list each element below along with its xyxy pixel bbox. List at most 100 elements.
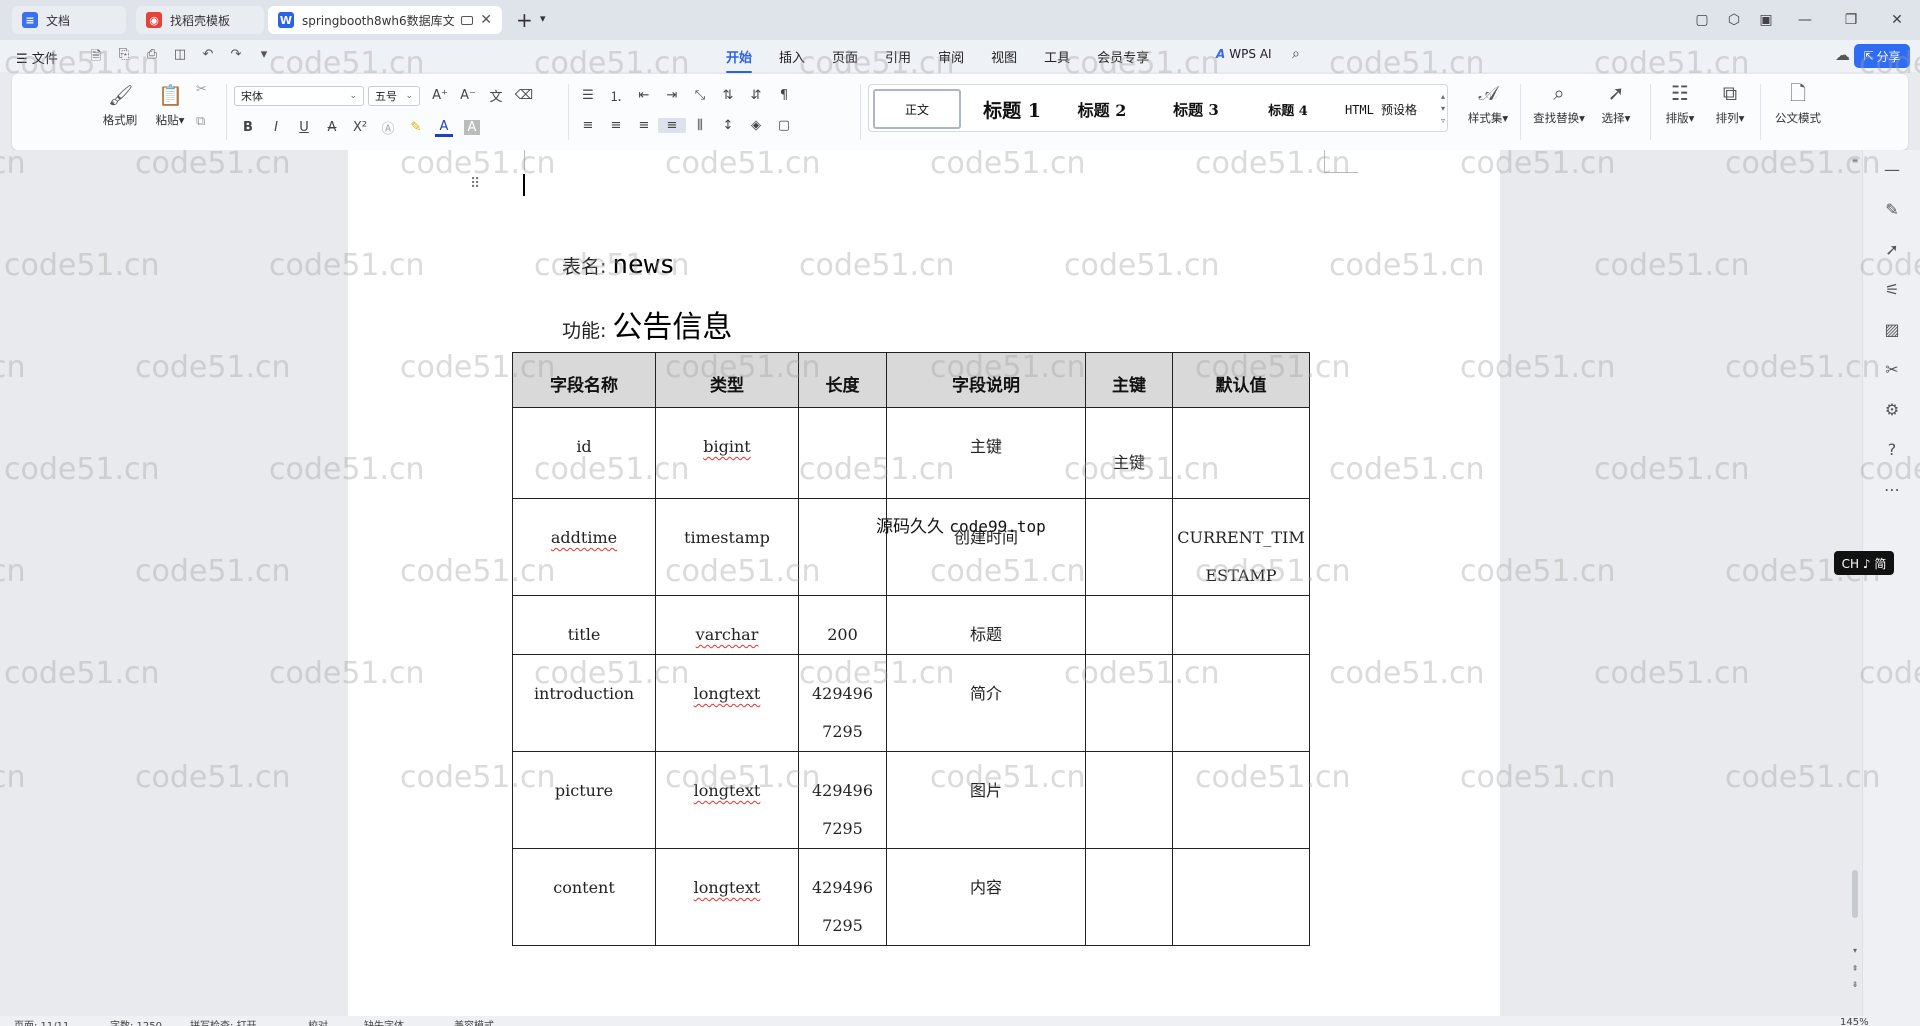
translate-icon[interactable]: ⚙ <box>1863 390 1920 430</box>
tools-icon[interactable]: ✂ <box>1863 350 1920 390</box>
prev-page-icon[interactable]: ⇞ <box>1848 964 1862 973</box>
style-heading-2[interactable]: 标题 2 <box>1059 89 1145 129</box>
tab-active-document[interactable]: W springbooth8wh6数据库文 ✕ <box>268 6 502 34</box>
char-shading-icon[interactable]: A <box>464 120 480 135</box>
status-spell[interactable]: 拼写检查: 打开 <box>190 1017 257 1026</box>
arrange-button[interactable]: ⧉ 排列▾ <box>1708 82 1752 126</box>
underline-icon[interactable]: U <box>290 120 318 135</box>
new-tab-icon[interactable]: + <box>516 8 533 32</box>
layout-icon[interactable]: ▢ <box>1686 12 1718 28</box>
tab-docs[interactable]: ≡ 文档 <box>12 6 126 34</box>
adjust-icon[interactable]: ⚟ <box>1863 270 1920 310</box>
image-tools-icon[interactable]: ▨ <box>1863 310 1920 350</box>
cloud-upload-icon[interactable]: ☁ <box>1835 46 1850 64</box>
wps-ai-button[interactable]: A WPS AI <box>1216 47 1272 61</box>
chevron-down-icon[interactable]: ▾ <box>254 47 274 69</box>
highlight-icon[interactable]: ✎ <box>402 120 430 135</box>
select-button[interactable]: ➚ 选择▾ <box>1594 82 1638 126</box>
shrink-font-icon[interactable]: A⁻ <box>454 88 482 103</box>
save-icon[interactable]: 🗎 <box>86 47 106 69</box>
style-set-button[interactable]: 𝒜 样式集▾ <box>1460 82 1516 126</box>
drag-handle-icon[interactable]: ⠿ <box>470 176 480 192</box>
pen-icon[interactable]: ✎ <box>1863 190 1920 230</box>
copy-icon[interactable]: ⧉ <box>196 114 205 129</box>
search-icon[interactable]: ⌕ <box>1292 46 1300 62</box>
status-page[interactable]: 页面: 11/11 <box>14 1017 69 1026</box>
increase-indent-icon[interactable]: ⇥ <box>658 88 686 103</box>
style-heading-3[interactable]: 标题 3 <box>1153 89 1239 129</box>
font-name-select[interactable]: 宋体 ⌄ <box>234 86 364 106</box>
text-effect-icon[interactable]: Ⓐ <box>374 118 402 137</box>
tab-review[interactable]: 审阅 <box>938 47 964 70</box>
style-normal[interactable]: 正文 <box>873 89 961 129</box>
style-heading-1[interactable]: 标题 1 <box>969 89 1055 129</box>
text-direction-icon[interactable]: ⤡ <box>686 88 714 103</box>
align-right-icon[interactable]: ≡ <box>630 118 658 133</box>
cursor-icon[interactable]: ➚ <box>1863 230 1920 270</box>
align-left-icon[interactable]: ≡ <box>574 118 602 133</box>
scroll-down-icon[interactable]: ▾ <box>1848 946 1862 955</box>
redo-icon[interactable]: ↷ <box>226 47 246 69</box>
bullet-list-icon[interactable]: ☰ <box>574 88 602 103</box>
cut-icon[interactable]: ✂ <box>196 82 207 97</box>
line-spacing-icon[interactable]: ⇅ <box>714 88 742 103</box>
restore-button[interactable]: ❐ <box>1828 12 1874 28</box>
share-button[interactable]: ⇱ 分享 <box>1854 44 1910 68</box>
undo-icon[interactable]: ↶ <box>198 47 218 69</box>
scroll-up-icon[interactable]: ≡ <box>1848 156 1862 165</box>
font-size-select[interactable]: 五号 ⌄ <box>368 86 420 106</box>
help-icon[interactable]: ? <box>1863 430 1920 470</box>
italic-icon[interactable]: I <box>262 120 290 135</box>
font-color-icon[interactable]: A <box>435 119 453 137</box>
scroll-thumb[interactable] <box>1852 870 1858 918</box>
tab-page[interactable]: 页面 <box>832 47 858 70</box>
print-icon[interactable]: ⎙ <box>142 47 162 69</box>
tab-insert[interactable]: 插入 <box>779 47 805 70</box>
document-area[interactable]: ⠿ 表名: news 功能: 公告信息 字段名称 类型 长度 字段说明 主键 默… <box>0 150 1862 1016</box>
official-mode-button[interactable]: 🗋 公文模式 <box>1770 82 1826 126</box>
style-heading-4[interactable]: 标题 4 <box>1245 89 1331 129</box>
more-icon[interactable]: ⋯ <box>1863 470 1920 510</box>
tab-home[interactable]: 开始 <box>726 47 753 73</box>
shading-icon[interactable]: ◈ <box>742 118 770 133</box>
ime-indicator[interactable]: CH ♪ 简 <box>1834 551 1894 575</box>
paste-button[interactable]: 📋 粘贴▾ <box>148 84 192 128</box>
tab-references[interactable]: 引用 <box>885 47 911 70</box>
layout-button[interactable]: ☷ 排版▾ <box>1658 82 1702 126</box>
paragraph-spacing-icon[interactable]: ↕ <box>714 118 742 133</box>
cube-icon[interactable]: ⬡ <box>1718 12 1750 28</box>
grow-font-icon[interactable]: A⁺ <box>426 88 454 103</box>
numbered-list-icon[interactable]: ⒈ <box>602 86 630 105</box>
minimize-button[interactable]: — <box>1782 12 1828 28</box>
show-marks-icon[interactable]: ¶ <box>770 88 798 103</box>
print-preview-icon[interactable]: ◫ <box>170 47 190 69</box>
tab-member[interactable]: 会员专享 <box>1097 47 1149 70</box>
styles-scroll[interactable]: ▴ ▾ ▿ <box>1441 91 1445 127</box>
style-html-preformatted[interactable]: HTML 预设格 <box>1335 89 1427 129</box>
tab-view[interactable]: 视图 <box>991 47 1017 70</box>
vertical-scrollbar[interactable]: ≡ ▾ ⇞ ⇟ <box>1848 156 1862 1006</box>
align-center-icon[interactable]: ≡ <box>602 118 630 133</box>
close-window-button[interactable]: ✕ <box>1874 12 1920 28</box>
file-menu[interactable]: ☰ 文件 <box>16 48 58 67</box>
status-compat[interactable]: 兼容模式 <box>454 1017 494 1026</box>
strikethrough-icon[interactable]: A <box>318 120 346 135</box>
tab-tools[interactable]: 工具 <box>1044 47 1070 70</box>
status-proof[interactable]: 校对 <box>308 1017 328 1026</box>
decrease-indent-icon[interactable]: ⇤ <box>630 88 658 103</box>
sort-icon[interactable]: ⇵ <box>742 88 770 103</box>
status-font-missing[interactable]: 缺失字体 <box>364 1017 404 1026</box>
bold-icon[interactable]: B <box>234 120 262 135</box>
superscript-icon[interactable]: X² <box>346 120 374 135</box>
find-replace-button[interactable]: ⌕ 查找替换▾ <box>1528 82 1590 126</box>
distribute-icon[interactable]: ⫼ <box>686 118 714 133</box>
collapse-icon[interactable]: — <box>1863 150 1920 190</box>
format-painter-button[interactable]: 🖌 格式刷 <box>98 84 142 128</box>
justify-icon[interactable]: ≡ <box>658 118 686 133</box>
status-words[interactable]: 字数: 1250 <box>110 1017 162 1026</box>
tab-docer-templates[interactable]: ◉ 找稻壳模板 <box>136 6 264 34</box>
border-icon[interactable]: ▢ <box>770 118 798 133</box>
chevron-down-icon[interactable]: ▾ <box>540 12 546 25</box>
export-icon[interactable]: ⎘ <box>114 47 134 69</box>
avatar[interactable]: ▣ <box>1750 12 1782 28</box>
